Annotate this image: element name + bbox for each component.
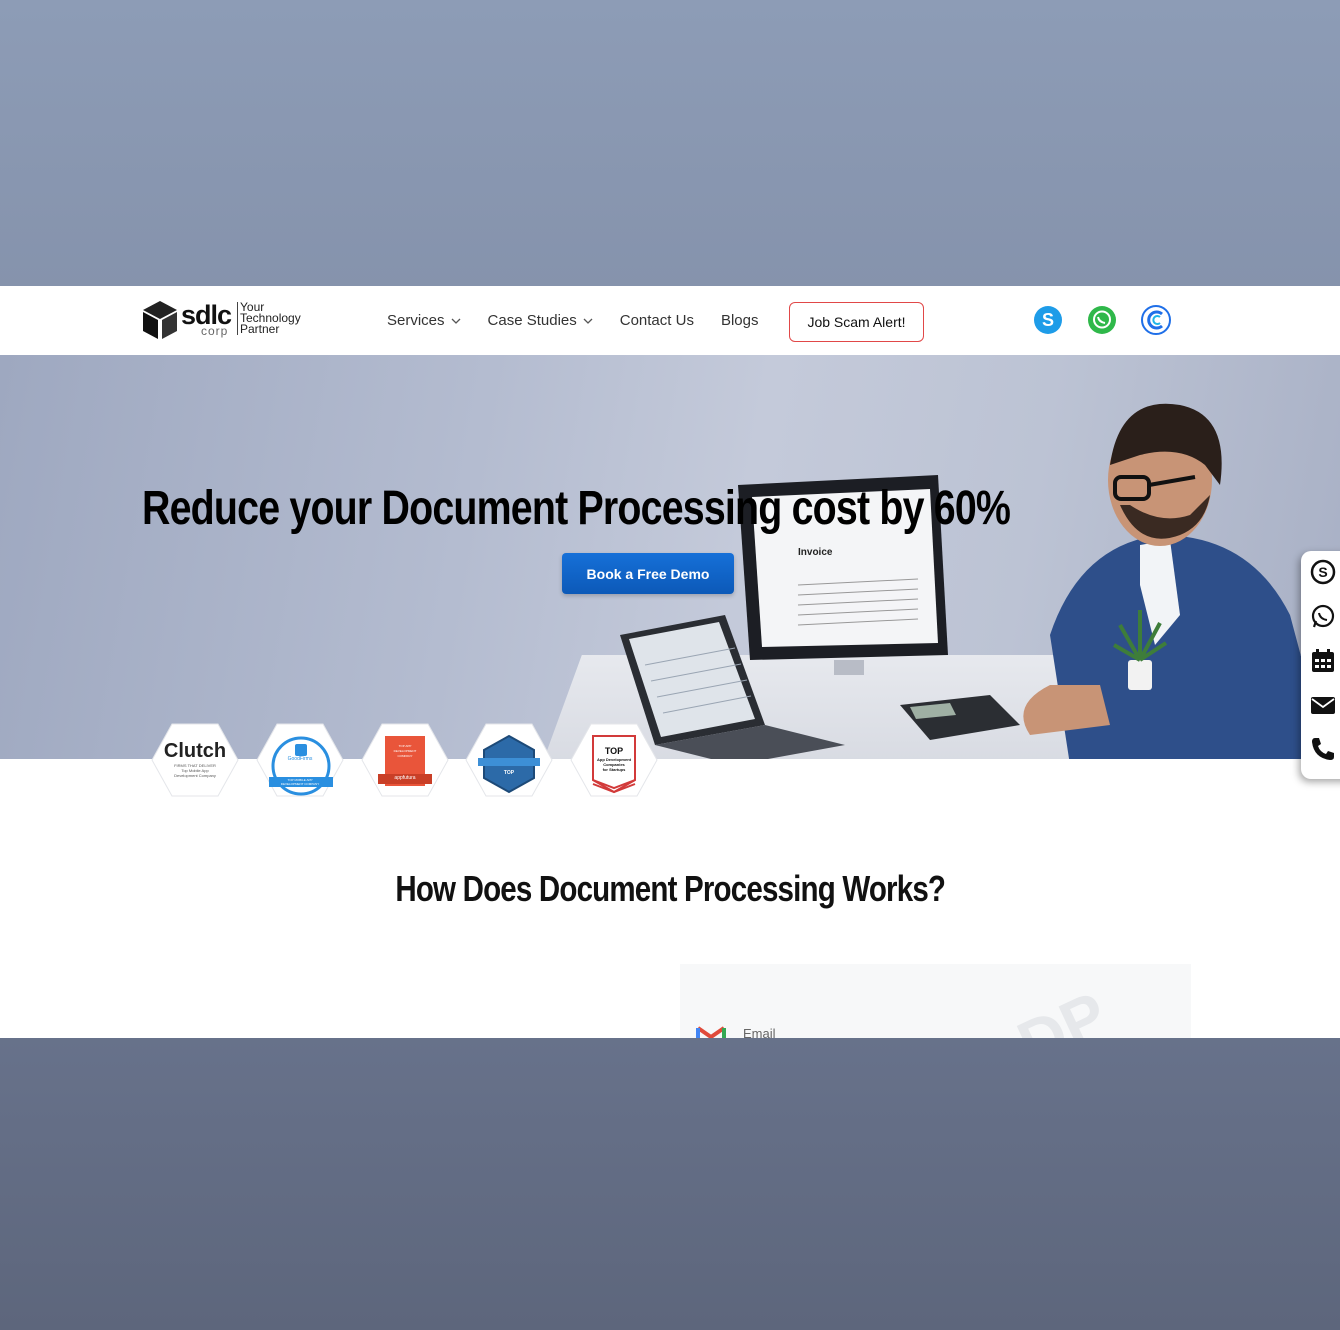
floating-contact-widget: S	[1301, 551, 1340, 779]
badge-line: for Startups	[602, 767, 626, 772]
page-viewport: sdlc corp Your Technology Partner Servic…	[0, 286, 1340, 1038]
nav-item-services[interactable]: Services	[387, 312, 461, 329]
job-scam-alert-button[interactable]: Job Scam Alert!	[789, 302, 924, 342]
nav-label: Contact Us	[619, 312, 694, 329]
badge-line: COMPANY	[397, 754, 413, 758]
goodfirms-badge: GoodFirms TOP MOBILE APP DEVELOPMENT COM…	[255, 722, 345, 798]
invoice-label: Invoice	[798, 547, 833, 558]
cube-logo-icon	[143, 301, 177, 339]
hero-title: Reduce your Document Processing cost by …	[142, 482, 1011, 535]
logo-tagline-line: Partner	[240, 322, 280, 336]
badge-title: appfutura	[394, 775, 416, 781]
chevron-down-icon	[451, 318, 460, 324]
nav-item-case-studies[interactable]: Case Studies	[488, 312, 593, 329]
hexagon-shape	[361, 723, 449, 797]
skype-icon[interactable]: S	[1310, 559, 1336, 585]
main-nav: Services Case Studies Contact Us Blogs	[387, 286, 785, 355]
badge-title: TOP	[604, 746, 624, 756]
appfutura-badge: TOP APP DEVELOPMENT COMPANY appfutura	[360, 722, 450, 798]
book-free-demo-button[interactable]: Book a Free Demo	[562, 553, 734, 594]
badge-line: Development Company	[174, 773, 216, 778]
skype-icon[interactable]: S	[1033, 305, 1063, 335]
sdlc-logo[interactable]: sdlc corp Your Technology Partner	[141, 298, 306, 342]
badge-caption: TOP APP DEVELOPMENT COMPANY	[360, 744, 450, 759]
svg-text:S: S	[1318, 564, 1327, 580]
badge-title: TOP	[503, 770, 515, 776]
svg-text:S: S	[1042, 310, 1054, 330]
whatsapp-icon[interactable]	[1087, 305, 1117, 335]
gmail-icon	[696, 1026, 726, 1038]
process-diagram: Email DP	[680, 964, 1191, 1038]
top-developers-badge: TOP	[464, 722, 554, 798]
businessman-image	[1023, 403, 1329, 759]
clutch-badge: Clutch FIRMS THAT DELIVER Top Mobile App…	[150, 722, 240, 798]
badge-title: GoodFirms	[287, 756, 313, 762]
top-startups-badge: TOP App Development Companies for Startu…	[569, 722, 659, 798]
nav-label: Case Studies	[487, 312, 577, 329]
award-badges: Clutch FIRMS THAT DELIVER Top Mobile App…	[150, 722, 670, 802]
email-label: Email	[743, 1026, 776, 1038]
hero-section: Invoice Reduce your Document Processing …	[0, 355, 1340, 759]
nav-item-contact-us[interactable]: Contact Us	[620, 312, 694, 329]
watermark: DP	[1006, 977, 1118, 1038]
calendly-icon[interactable]	[1141, 305, 1171, 335]
badge-title: Clutch	[163, 740, 227, 762]
chevron-down-icon	[583, 318, 593, 324]
section-title-text: How Does Document Processing Works?	[395, 868, 946, 909]
phone-icon[interactable]	[1310, 736, 1336, 762]
site-header: sdlc corp Your Technology Partner Servic…	[0, 286, 1340, 355]
logo-corp: corp	[201, 324, 229, 338]
logo-tagline: Your Technology Partner	[237, 301, 301, 336]
badge-caption: FIRMS THAT DELIVER Top Mobile App Develo…	[150, 763, 240, 778]
nav-label: Services	[387, 312, 445, 329]
section-title: How Does Document Processing Works?	[0, 868, 1340, 910]
hexagon-shape	[465, 723, 553, 797]
nav-label: Blogs	[720, 312, 759, 329]
plant-image	[1113, 610, 1168, 690]
badge-caption: App Development Companies for Startups	[569, 757, 659, 772]
badge-caption: TOP MOBILE APP DEVELOPMENT COMPANY	[255, 778, 345, 786]
calculator-image	[900, 695, 1020, 740]
whatsapp-icon[interactable]	[1310, 603, 1336, 629]
badge-line: DEVELOPMENT COMPANY	[280, 782, 320, 786]
calendar-icon[interactable]	[1310, 648, 1336, 674]
email-icon[interactable]	[1310, 692, 1336, 718]
nav-item-blogs[interactable]: Blogs	[721, 312, 759, 329]
